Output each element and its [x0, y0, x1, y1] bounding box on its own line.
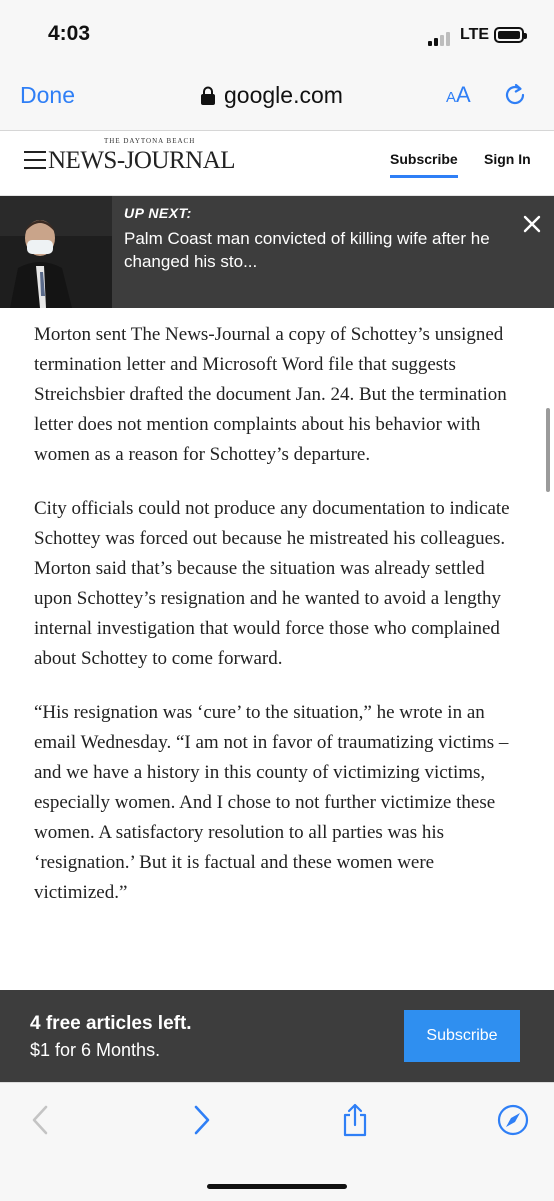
- menu-icon[interactable]: [24, 151, 46, 169]
- url-text: google.com: [224, 82, 343, 108]
- up-next-banner[interactable]: UP NEXT: Palm Coast man convicted of kil…: [0, 196, 554, 308]
- forward-icon[interactable]: [186, 1103, 216, 1137]
- article-body: Morton sent The News-Journal a copy of S…: [34, 320, 524, 932]
- up-next-thumbnail: [0, 196, 112, 308]
- site-logo[interactable]: NEWS-JOURNAL: [48, 147, 236, 175]
- logo-subtitle: THE DAYTONA BEACH: [104, 137, 196, 145]
- share-icon[interactable]: [340, 1103, 370, 1137]
- url-display[interactable]: google.com: [200, 82, 343, 109]
- subscribe-link[interactable]: Subscribe: [390, 151, 458, 178]
- up-next-title[interactable]: Palm Coast man convicted of killing wife…: [124, 227, 524, 273]
- reload-icon[interactable]: [502, 82, 528, 108]
- article-paragraph: City officials could not produce any doc…: [34, 498, 510, 669]
- article-paragraph: “His resignation was ‘cure’ to the situa…: [34, 702, 509, 903]
- signal-strength-icon: [428, 30, 458, 46]
- battery-icon: [494, 27, 527, 43]
- text-size-button[interactable]: AA: [446, 82, 471, 108]
- browser-bar: Done google.com AA: [0, 70, 554, 131]
- close-icon[interactable]: [522, 214, 542, 234]
- site-header: THE DAYTONA BEACH NEWS-JOURNAL Subscribe…: [0, 131, 554, 196]
- paywall-subscribe-button[interactable]: Subscribe: [404, 1010, 520, 1062]
- article-paragraph: Morton sent The News-Journal a copy of S…: [34, 324, 507, 465]
- compass-icon[interactable]: [496, 1103, 530, 1137]
- paywall-banner: 4 free articles left. $1 for 6 Months. S…: [0, 990, 554, 1082]
- lock-icon: [201, 86, 215, 105]
- status-time: 4:03: [48, 22, 91, 45]
- up-next-label: UP NEXT:: [124, 205, 192, 221]
- sign-in-link[interactable]: Sign In: [484, 151, 531, 167]
- offer-text: $1 for 6 Months.: [30, 1040, 161, 1060]
- done-button[interactable]: Done: [20, 82, 75, 109]
- scrollbar[interactable]: [546, 408, 550, 492]
- status-bar: 4:03 LTE: [0, 0, 554, 70]
- back-icon[interactable]: [26, 1103, 56, 1137]
- free-articles-text: 4 free articles left.: [30, 1013, 192, 1034]
- home-indicator: [207, 1184, 347, 1189]
- network-type: LTE: [460, 26, 490, 43]
